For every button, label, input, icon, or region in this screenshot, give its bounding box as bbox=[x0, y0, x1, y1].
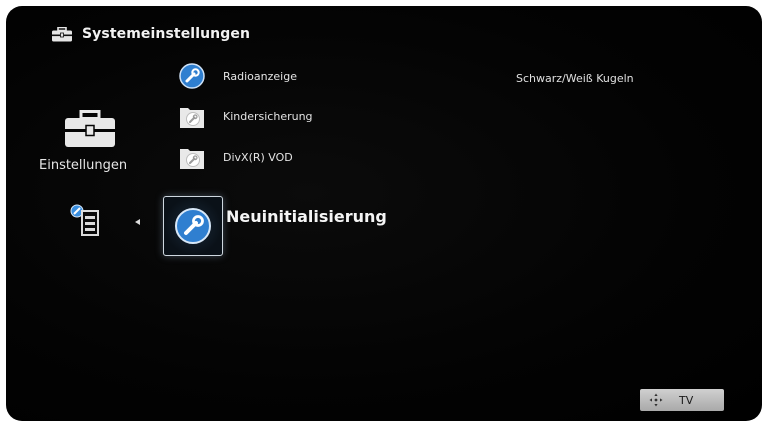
category-label: Einstellungen bbox=[39, 158, 128, 173]
wrench-icon bbox=[179, 63, 205, 89]
tv-screen: Systemeinstellungen Einstellungen Radioa… bbox=[6, 6, 762, 421]
tv-button-label: TV bbox=[679, 393, 694, 407]
menu-item-label: DivX(R) VOD bbox=[223, 150, 293, 164]
menu-item-divx-vod[interactable]: DivX(R) VOD bbox=[178, 143, 293, 171]
menu-item-neuinitialisierung-selected[interactable] bbox=[163, 196, 223, 256]
settings-list-icon[interactable] bbox=[68, 202, 104, 238]
toolbox-icon bbox=[52, 26, 72, 41]
toolbox-icon bbox=[65, 110, 115, 147]
menu-item-label: Radioanzeige bbox=[223, 69, 297, 83]
dpad-icon bbox=[649, 393, 663, 407]
item-description: Schwarz/Weiß Kugeln bbox=[516, 72, 634, 85]
menu-item-radioanzeige[interactable]: Radioanzeige bbox=[178, 62, 297, 90]
selected-item-label: Neuinitialisierung bbox=[226, 207, 387, 226]
tv-button[interactable]: TV bbox=[640, 389, 724, 411]
page-title: Systemeinstellungen bbox=[82, 26, 251, 42]
menu-item-kindersicherung[interactable]: Kindersicherung bbox=[178, 102, 313, 130]
header: Systemeinstellungen bbox=[52, 26, 250, 42]
menu-item-label: Kindersicherung bbox=[223, 109, 313, 123]
wrench-icon bbox=[175, 208, 211, 244]
folder-wrench-icon bbox=[180, 108, 204, 128]
chevron-left-icon bbox=[135, 219, 140, 225]
category-settings[interactable]: Einstellungen bbox=[39, 110, 140, 173]
folder-wrench-icon bbox=[180, 149, 204, 169]
